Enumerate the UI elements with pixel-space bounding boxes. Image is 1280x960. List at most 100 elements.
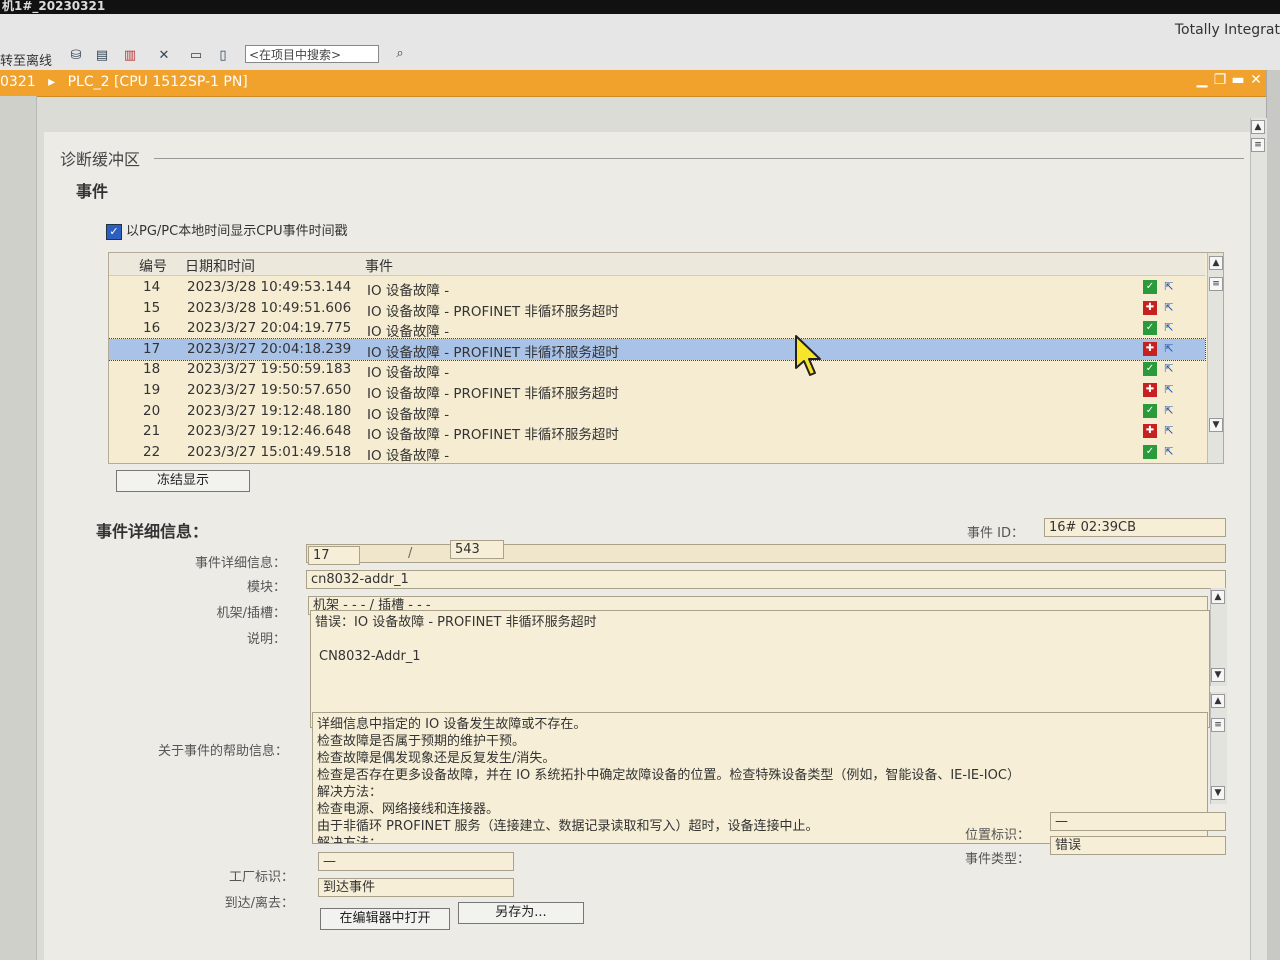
- accessible-devices-icon[interactable]: ⛁: [66, 46, 86, 66]
- status-ok-icon: ✓: [1143, 280, 1157, 294]
- table-row[interactable]: 18 2023/3/27 19:50:59.183 IO 设备故障 - ✓ ⇱: [109, 359, 1205, 381]
- table-scroll-down-icon[interactable]: ▼: [1209, 418, 1223, 432]
- breadcrumb-device[interactable]: PLC_2 [CPU 1512SP-1 PN]: [68, 74, 248, 90]
- export-event-icon[interactable]: ⇱: [1161, 321, 1177, 335]
- scroll-up-icon[interactable]: ▲: [1251, 120, 1265, 134]
- task-card-edge: [1266, 70, 1280, 960]
- event-type-field: 错误: [1050, 836, 1226, 855]
- event-text-cell: IO 设备故障 -: [367, 447, 450, 464]
- event-text-cell: IO 设备故障 -: [367, 406, 450, 423]
- table-header: 编号 日期和时间 事件: [109, 253, 1205, 276]
- help-line: 详细信息中指定的 IO 设备发生故障或不存在。: [317, 717, 587, 732]
- mouse-cursor-icon: [795, 335, 821, 376]
- event-number-cell: 19: [143, 382, 161, 398]
- event-datetime-cell: 2023/3/28 10:49:51.606: [187, 299, 352, 316]
- events-table: 编号 日期和时间 事件 14 2023/3/28 10:49:53.144 IO 设…: [108, 252, 1224, 464]
- event-datetime-cell: 2023/3/28 10:49:53.144: [187, 279, 352, 295]
- export-event-icon[interactable]: ⇱: [1161, 280, 1177, 294]
- event-number-cell: 22: [143, 443, 161, 460]
- window-titlebar: 机1#_20230321: [0, 0, 1280, 14]
- description-scrollbar[interactable]: ▲ ▼: [1210, 588, 1227, 686]
- description-scroll-up-icon[interactable]: ▲: [1211, 590, 1225, 604]
- event-text-cell: IO 设备故障 -: [367, 283, 450, 299]
- event-text-cell: IO 设备故障 -: [367, 324, 450, 341]
- module-label: 模块：: [246, 580, 286, 595]
- open-in-editor-button[interactable]: 在编辑器中打开: [320, 908, 450, 930]
- restore-icon[interactable]: ❐: [1212, 72, 1228, 88]
- table-row[interactable]: 17 2023/3/27 20:04:18.239 IO 设备故障 - PROFIN…: [109, 337, 1206, 361]
- description-label: 说明：: [246, 632, 286, 647]
- help-scrollbar[interactable]: ▲ ≡ ▼: [1210, 692, 1227, 804]
- scroll-thumb[interactable]: ≡: [1251, 138, 1265, 152]
- main-toolbar: Totally Integrat 转至离线 ⛁ ▤ ▥ ✕ ▭ ▯ <在项目中搜…: [0, 14, 1280, 71]
- table-row[interactable]: 14 2023/3/28 10:49:53.144 IO 设备故障 - ✓ ⇱: [109, 277, 1205, 299]
- event-number-cell: 18: [143, 361, 161, 378]
- column-header-event[interactable]: 事件: [365, 256, 393, 276]
- table-row[interactable]: 16 2023/3/27 20:04:19.775 IO 设备故障 - ✓ ⇱: [109, 318, 1205, 341]
- maximize-icon[interactable]: ▬: [1230, 72, 1246, 88]
- plant-id-field: —: [318, 852, 514, 871]
- detail-separator: /: [408, 546, 413, 561]
- section-divider: [154, 158, 1244, 159]
- go-offline-button[interactable]: 转至离线: [0, 50, 52, 69]
- save-as-button[interactable]: 另存为...: [458, 902, 584, 924]
- layout-icon[interactable]: ▥: [120, 46, 140, 66]
- module-icon[interactable]: ▤: [92, 46, 112, 66]
- table-scroll-up-icon[interactable]: ▲: [1209, 256, 1223, 270]
- status-error-icon: ✚: [1143, 424, 1157, 439]
- table-row[interactable]: 21 2023/3/27 19:12:46.648 IO 设备故障 - PROFIN…: [109, 421, 1205, 443]
- breadcrumb: 0321 ▸ PLC_2 [CPU 1512SP-1 PN]: [0, 74, 248, 90]
- description-scroll-down-icon[interactable]: ▼: [1211, 668, 1225, 682]
- close-view-icon[interactable]: ✕: [154, 46, 174, 66]
- minimize-icon[interactable]: ▁: [1194, 72, 1210, 88]
- page-scrollbar[interactable]: ▲ ≡: [1250, 118, 1267, 960]
- event-datetime-cell: 2023/3/27 20:04:18.239: [187, 340, 352, 357]
- window-title: 机1#_20230321: [2, 0, 106, 13]
- export-event-icon[interactable]: ⇱: [1161, 383, 1177, 397]
- events-heading: 事件: [76, 182, 109, 201]
- project-search-input[interactable]: <在项目中搜索>: [245, 45, 379, 63]
- help-scroll-up-icon[interactable]: ▲: [1211, 694, 1225, 708]
- binoculars-icon[interactable]: ⌕: [390, 44, 410, 64]
- export-event-icon[interactable]: ⇱: [1161, 445, 1177, 459]
- location-id-label: 位置标识：: [964, 828, 1030, 843]
- table-scroll-thumb[interactable]: ≡: [1209, 277, 1223, 291]
- event-text-cell: IO 设备故障 - PROFINET 非循环服务超时: [367, 303, 619, 320]
- event-datetime-cell: 2023/3/27 19:12:46.648: [187, 423, 352, 440]
- local-time-checkbox[interactable]: ✓: [106, 224, 122, 240]
- export-event-icon[interactable]: ⇱: [1161, 301, 1177, 315]
- section-title: 诊断缓冲区: [60, 150, 141, 169]
- column-header-datetime[interactable]: 日期和时间: [185, 256, 255, 276]
- event-number-cell: 20: [143, 402, 161, 419]
- detail-total-field: 543: [450, 540, 504, 559]
- table-row[interactable]: 22 2023/3/27 15:01:49.518 IO 设备故障 - ✓ ⇱: [109, 442, 1205, 463]
- description-line: CN8032-Addr_1: [319, 649, 421, 664]
- export-event-icon[interactable]: ⇱: [1161, 362, 1177, 376]
- table-row[interactable]: 20 2023/3/27 19:12:48.180 IO 设备故障 - ✓ ⇱: [109, 401, 1205, 423]
- event-number-cell: 17: [143, 340, 161, 357]
- status-ok-icon: ✓: [1143, 403, 1157, 418]
- rack-slot-label: 机架/插槽：: [216, 606, 286, 621]
- close-icon[interactable]: ✕: [1248, 72, 1264, 88]
- split-horizontal-icon[interactable]: ▭: [186, 46, 206, 66]
- detail-label: 事件详细信息：: [194, 556, 286, 571]
- export-event-icon[interactable]: ⇱: [1161, 404, 1177, 418]
- event-number-cell: 21: [143, 423, 161, 440]
- table-row[interactable]: 19 2023/3/27 19:50:57.650 IO 设备故障 - PROFIN…: [109, 380, 1205, 402]
- event-id-label: 事件 ID：: [967, 526, 1024, 541]
- table-row[interactable]: 15 2023/3/28 10:49:51.606 IO 设备故障 - PROFIN…: [109, 298, 1205, 320]
- help-scroll-thumb[interactable]: ≡: [1211, 718, 1225, 732]
- detail-number-field: 17: [308, 546, 360, 565]
- status-ok-icon: ✓: [1143, 362, 1157, 377]
- column-header-number[interactable]: 编号: [139, 256, 167, 276]
- module-field: cn8032-addr_1: [306, 570, 1226, 589]
- split-vertical-icon[interactable]: ▯: [213, 46, 233, 66]
- breadcrumb-project[interactable]: 0321: [0, 74, 36, 90]
- table-scrollbar[interactable]: ▲ ≡ ▼: [1207, 253, 1223, 463]
- help-line: 检查故障是偶发现象还是反复发生/消失。: [317, 751, 556, 766]
- export-event-icon[interactable]: ⇱: [1161, 424, 1177, 438]
- export-event-icon[interactable]: ⇱: [1161, 342, 1177, 356]
- event-text-cell: IO 设备故障 - PROFINET 非循环服务超时: [367, 344, 619, 361]
- help-scroll-down-icon[interactable]: ▼: [1211, 786, 1225, 800]
- freeze-display-button[interactable]: 冻结显示: [116, 470, 250, 492]
